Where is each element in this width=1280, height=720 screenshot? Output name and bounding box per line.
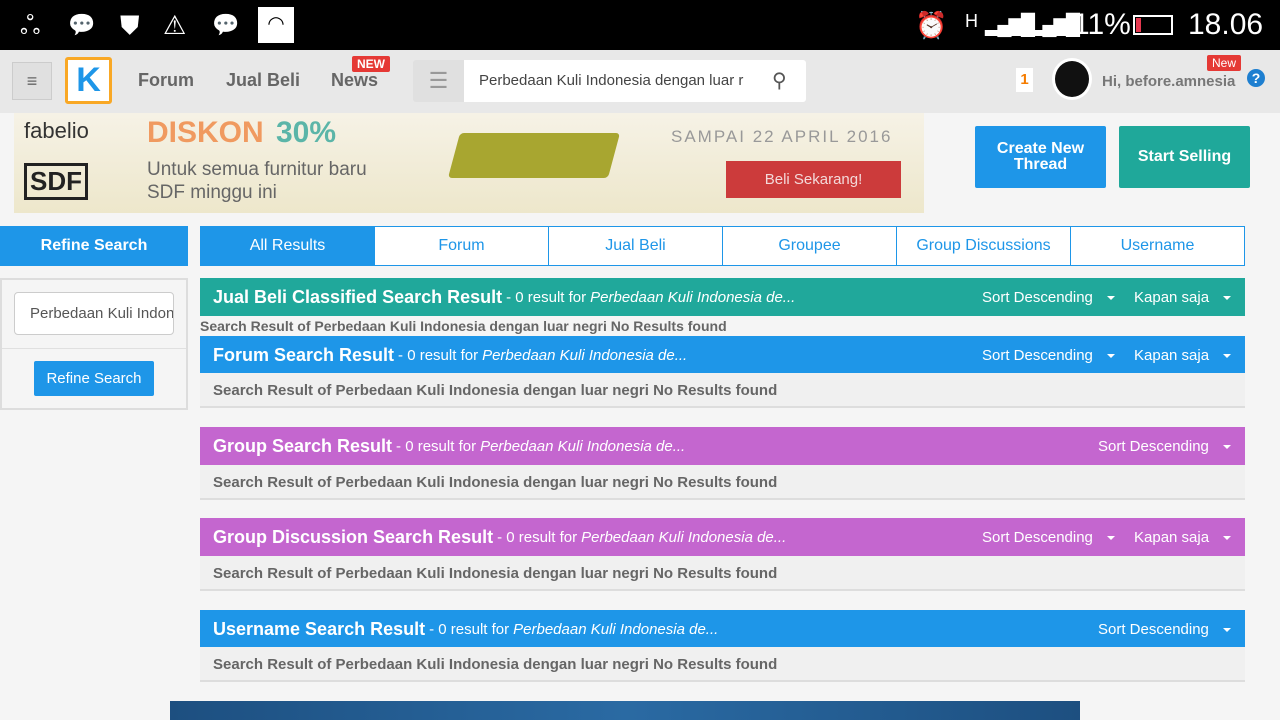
result-query: Perbedaan Kuli Indonesia de... [590,288,796,306]
new-badge: NEW [352,56,390,72]
section-title: Forum Search Result [213,344,395,365]
no-results-text: Search Result of Perbedaan Kuli Indonesi… [200,465,1245,500]
section-title: Group Discussion Search Result [213,526,494,547]
alarm-icon: ⏰ [915,10,948,40]
section-title: Username Search Result [213,618,426,639]
result-query: Perbedaan Kuli Indonesia de... [581,528,787,546]
bbm-icon: 💬 [212,12,240,37]
ad-brand: SDF [24,163,88,200]
refine-search-panel: Perbedaan Kuli Indonesia dengan luar neg… [0,278,188,410]
username-result-header: Username Search Result - 0 result for Perb… [200,610,1245,648]
result-count: - 0 result for [506,288,587,306]
result-count: - 0 result for [396,437,477,455]
result-query: Perbedaan Kuli Indonesia de... [480,437,686,455]
ad-text: SAMPAI 22 APRIL 2016 [671,127,893,146]
ad-text: Untuk semua furnitur baru [147,159,367,180]
help-icon[interactable]: ? [1247,69,1265,87]
shield-icon: ⛊ [120,10,140,40]
search-input[interactable]: Perbedaan Kuli Indonesia dengan luar r [464,60,806,102]
refine-search-input[interactable]: Perbedaan Kuli Indonesia dengan luar neg… [14,292,174,335]
result-query: Perbedaan Kuli Indonesia de... [482,346,688,364]
signal-icon: ▂▄▆█ [985,14,1035,36]
result-query: Perbedaan Kuli Indonesia de... [513,620,719,638]
ad-headline: 30% [276,116,337,149]
sort-dropdown[interactable]: Sort Descending [982,529,1115,546]
result-tabs: All Results Forum Jual Beli Groupee Grou… [200,226,1245,266]
forum-result-header: Forum Search Result - 0 result for Perbeda… [200,336,1245,374]
tab-forum[interactable]: Forum [375,226,549,266]
battery-percent: 11% [1073,8,1131,41]
top-nav: ≡ K Forum Jual Beli News NEW ☰ Perbedaan… [0,50,1280,113]
new-badge: New [1207,55,1242,71]
ad-chair-image [447,133,621,178]
section-title: Jual Beli Classified Search Result [213,286,503,307]
battery-icon [1133,15,1173,35]
tab-all-results[interactable]: All Results [200,226,375,266]
sort-dropdown[interactable]: Sort Descending [1098,438,1231,455]
search-icon[interactable]: ⚲ [772,68,787,93]
start-selling-button[interactable]: Start Selling [1119,126,1250,188]
nav-jual-beli[interactable]: Jual Beli [226,70,300,91]
time-dropdown[interactable]: Kapan saja [1134,347,1232,364]
signal-icon: ▂▄▆█ [1030,14,1080,36]
bottom-advertisement[interactable] [170,701,1080,720]
search-category-icon[interactable]: ☰ [413,60,464,102]
ad-brand: fabelio [24,118,89,143]
sort-dropdown[interactable]: Sort Descending [1098,621,1231,638]
no-results-text: Search Result of Perbedaan Kuli Indonesi… [200,647,1245,682]
result-count: - 0 result for [497,528,578,546]
tab-group-discussions[interactable]: Group Discussions [897,226,1071,266]
wifi-icon: ◠ [258,7,294,43]
ad-text: SDF minggu ini [147,182,277,203]
ad-headline: DISKON [147,116,264,149]
sort-dropdown[interactable]: Sort Descending [982,347,1115,364]
result-count: - 0 result for [398,346,479,364]
time-dropdown[interactable]: Kapan saja [1134,529,1232,546]
refine-search-header: Refine Search [0,226,188,266]
nav-news[interactable]: News [331,70,378,91]
nav-forum[interactable]: Forum [138,70,194,91]
refine-search-button[interactable]: Refine Search [34,361,154,396]
kaskus-logo[interactable]: K [65,57,112,104]
tab-groupee[interactable]: Groupee [723,226,897,266]
status-bar: ஃ 💬 ⛊ ⚠ 💬 ◠ ⏰ H ▂▄▆█ ▂▄▆█ 11% 18.06 [0,0,1280,50]
sort-dropdown[interactable]: Sort Descending [982,289,1115,306]
section-title: Group Search Result [213,435,393,456]
time-dropdown[interactable]: Kapan saja [1134,289,1232,306]
tab-username[interactable]: Username [1071,226,1245,266]
group-result-header: Group Search Result - 0 result for Perbeda… [200,427,1245,465]
no-results-text: Search Result of Perbedaan Kuli Indonesi… [200,318,727,334]
warning-icon: ⚠ [163,10,187,40]
clock: 18.06 [1188,8,1264,41]
tab-jual-beli[interactable]: Jual Beli [549,226,723,266]
notification-count[interactable]: 1 [1016,68,1033,92]
menu-button[interactable]: ≡ [12,62,52,100]
avatar[interactable] [1052,58,1092,100]
jual-beli-result-header: Jual Beli Classified Search Result - 0 re… [200,278,1245,316]
group-discussion-result-header: Group Discussion Search Result - 0 result… [200,518,1245,556]
ad-cta-button[interactable]: Beli Sekarang! [726,161,901,198]
advertisement-banner[interactable]: fabelio SDF DISKON 30% Untuk semua furni… [14,113,924,213]
signal-h-icon: H [965,11,978,31]
bbm-notification-icon: 💬 [68,12,96,37]
user-greeting[interactable]: Hi, before.amnesia [1102,73,1235,90]
create-thread-button[interactable]: Create New Thread [975,126,1106,188]
no-results-text: Search Result of Perbedaan Kuli Indonesi… [200,373,1245,408]
result-count: - 0 result for [429,620,510,638]
cloud-icon: ஃ [20,10,41,40]
no-results-text: Search Result of Perbedaan Kuli Indonesi… [200,556,1245,591]
